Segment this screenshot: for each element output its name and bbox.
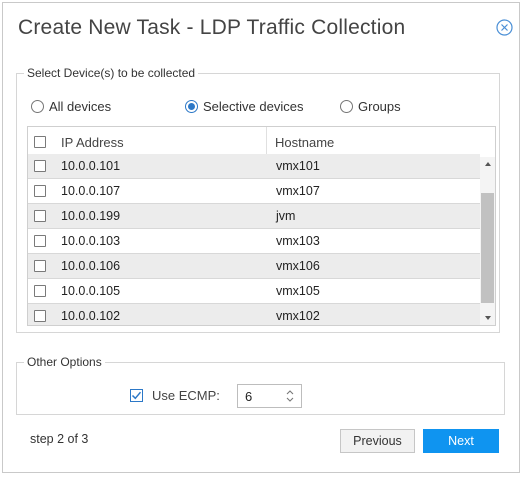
table-row[interactable]: 10.0.0.105 vmx105 <box>28 279 480 304</box>
table-row[interactable]: 10.0.0.101 vmx101 <box>28 154 480 179</box>
dialog-title: Create New Task - LDP Traffic Collection <box>18 16 406 39</box>
radio-button[interactable] <box>340 99 353 113</box>
previous-button[interactable]: Previous <box>340 429 415 453</box>
ip-cell: 10.0.0.102 <box>61 309 121 323</box>
row-checkbox[interactable] <box>34 260 46 272</box>
scrollbar-thumb[interactable] <box>481 193 494 303</box>
select-all-checkbox[interactable] <box>34 136 46 148</box>
row-checkbox[interactable] <box>34 235 46 247</box>
radio-all-devices[interactable]: All devices <box>31 96 111 116</box>
hostname-cell: vmx102 <box>276 309 320 323</box>
scroll-down-arrow-icon[interactable] <box>480 311 495 325</box>
table-row[interactable]: 10.0.0.103 vmx103 <box>28 229 480 254</box>
row-checkbox[interactable] <box>34 160 46 172</box>
row-checkbox[interactable] <box>34 285 46 297</box>
close-icon[interactable] <box>496 19 513 36</box>
radio-groups[interactable]: Groups <box>340 96 401 116</box>
device-table: IP Address Hostname 10.0.0.101 vmx101 10… <box>27 126 496 326</box>
radio-selective-devices[interactable]: Selective devices <box>185 96 303 116</box>
table-row[interactable]: 10.0.0.199 jvm <box>28 204 480 229</box>
table-row[interactable]: 10.0.0.106 vmx106 <box>28 254 480 279</box>
ip-cell: 10.0.0.105 <box>61 284 121 298</box>
checkmark-icon <box>131 391 142 400</box>
ecmp-count-stepper[interactable]: 6 <box>237 384 302 408</box>
table-scrollbar[interactable] <box>480 157 495 325</box>
hostname-cell: jvm <box>276 209 296 223</box>
table-row[interactable]: 10.0.0.107 vmx107 <box>28 179 480 204</box>
table-body: 10.0.0.101 vmx101 10.0.0.107 vmx107 10.0… <box>28 154 480 325</box>
next-button[interactable]: Next <box>423 429 499 453</box>
scroll-up-arrow-icon[interactable] <box>480 157 495 171</box>
radio-button-selected[interactable] <box>185 99 198 113</box>
column-divider <box>266 127 267 157</box>
hostname-cell: vmx103 <box>276 234 320 248</box>
ip-cell: 10.0.0.103 <box>61 234 121 248</box>
radio-button[interactable] <box>31 99 44 113</box>
row-checkbox[interactable] <box>34 210 46 222</box>
ip-cell: 10.0.0.101 <box>61 159 121 173</box>
row-checkbox[interactable] <box>34 310 46 322</box>
ip-cell: 10.0.0.107 <box>61 184 121 198</box>
ip-cell: 10.0.0.106 <box>61 259 121 273</box>
column-header-ip[interactable]: IP Address <box>61 135 124 150</box>
other-options-legend: Other Options <box>27 355 102 369</box>
row-checkbox[interactable] <box>34 185 46 197</box>
use-ecmp-label: Use ECMP: <box>152 388 220 403</box>
hostname-cell: vmx101 <box>276 159 320 173</box>
hostname-cell: vmx106 <box>276 259 320 273</box>
use-ecmp-checkbox[interactable] <box>130 389 143 402</box>
ip-cell: 10.0.0.199 <box>61 209 121 223</box>
hostname-cell: vmx107 <box>276 184 320 198</box>
step-indicator: step 2 of 3 <box>30 432 89 446</box>
radio-label: Groups <box>358 98 401 114</box>
table-row[interactable]: 10.0.0.102 vmx102 <box>28 304 480 325</box>
device-selection-legend: Select Device(s) to be collected <box>27 66 196 80</box>
spinner-arrows-icon[interactable] <box>285 388 295 404</box>
hostname-cell: vmx105 <box>276 284 320 298</box>
radio-label: All devices <box>49 98 112 114</box>
column-header-hostname[interactable]: Hostname <box>275 135 334 150</box>
ecmp-count-value[interactable]: 6 <box>245 389 252 404</box>
radio-label: Selective devices <box>203 98 304 114</box>
